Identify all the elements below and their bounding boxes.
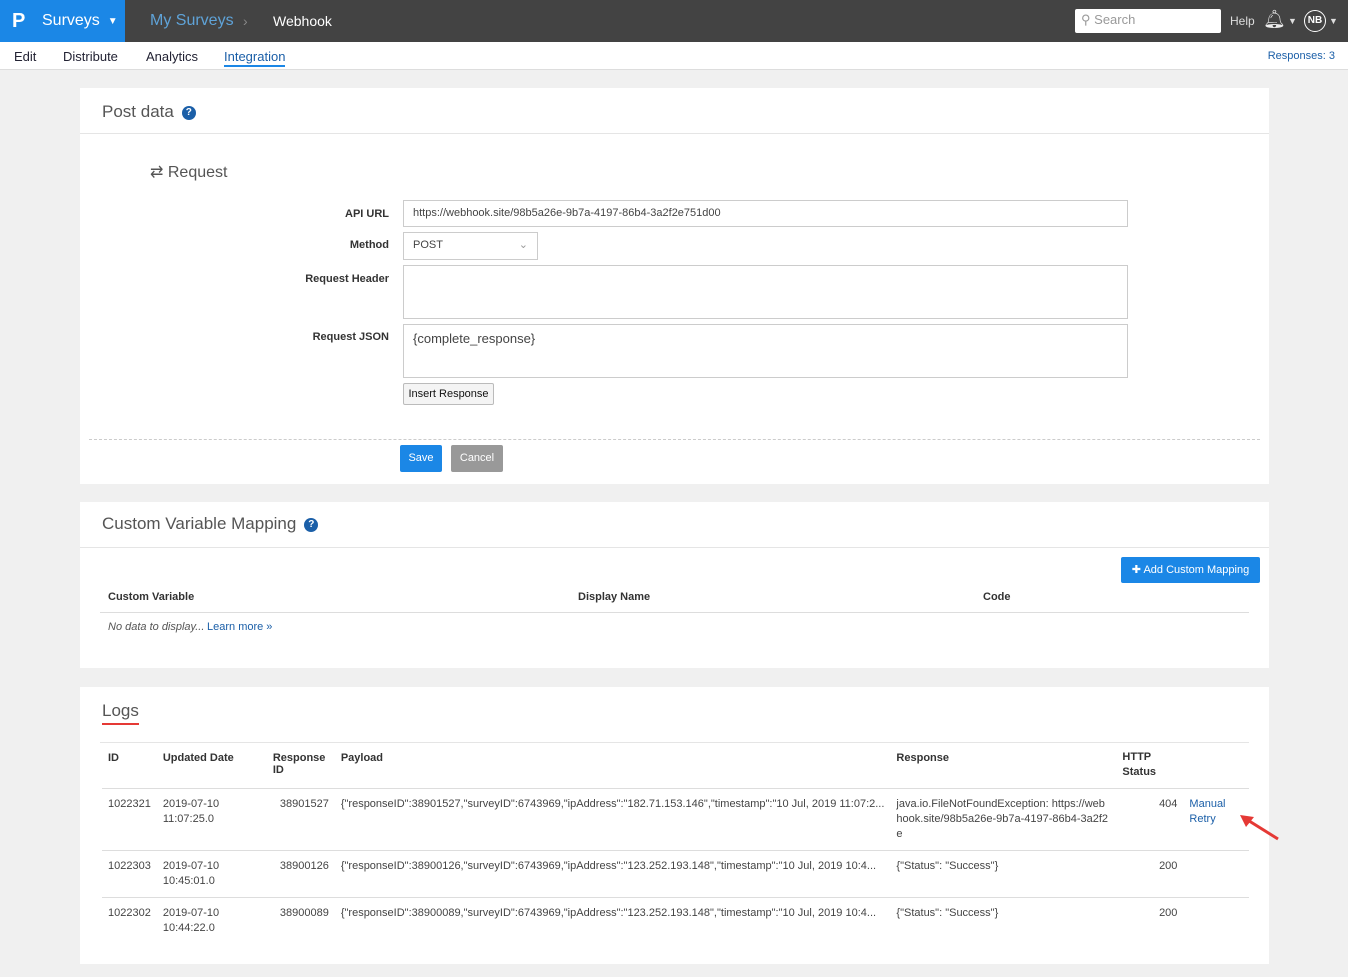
logs-panel: Logs ID Updated Date Response ID Payload… <box>80 687 1280 964</box>
column-header: Updated Date <box>162 752 234 764</box>
request-json-label: Request JSON <box>312 331 389 343</box>
log-response: {"Status": "Success"} <box>890 897 1117 944</box>
tab-analytics[interactable]: Analytics <box>146 49 198 64</box>
table-row: 1022302 2019-07-10 10:44:22.0 38900089 {… <box>102 897 1249 944</box>
method-value: POST <box>413 239 443 251</box>
log-date: 2019-07-10 10:44:22.0 <box>156 897 267 944</box>
log-date: 2019-07-10 11:07:25.0 <box>156 788 267 851</box>
post-data-panel: Post data? ⇄ Request API URL https://web… <box>80 88 1269 484</box>
top-bar: P Surveys ▼ My Surveys › Webhook ⚲ Searc… <box>0 0 1348 42</box>
app-switcher[interactable]: P Surveys ▼ <box>0 0 125 42</box>
chevron-right-icon: › <box>243 13 248 29</box>
column-header: Response ID <box>272 752 326 776</box>
column-header: Display Name <box>578 591 651 603</box>
avatar[interactable]: NB <box>1304 10 1326 32</box>
chevron-down-icon: ⌄ <box>518 239 528 251</box>
panel-title: Logs <box>102 701 139 720</box>
tab-distribute[interactable]: Distribute <box>63 49 118 64</box>
insert-response-button[interactable]: Insert Response <box>403 383 494 405</box>
search-input[interactable]: ⚲ Search <box>1075 9 1221 33</box>
column-header <box>1183 744 1249 789</box>
button-label: Add Custom Mapping <box>1143 564 1250 576</box>
api-url-label: API URL <box>345 208 389 220</box>
log-payload: {"responseID":38900089,"surveyID":674396… <box>334 897 891 944</box>
log-status: 404 <box>1116 788 1184 851</box>
custom-variable-panel: Custom Variable Mapping? ✚ Add Custom Ma… <box>80 502 1269 668</box>
help-icon[interactable]: ? <box>304 518 319 532</box>
tab-integration[interactable]: Integration <box>224 49 286 67</box>
column-header: Response <box>896 752 949 764</box>
panel-title: Custom Variable Mapping <box>102 514 297 533</box>
column-header: Payload <box>340 752 384 764</box>
request-json-textarea[interactable]: {complete_response} <box>403 324 1128 378</box>
learn-more-link[interactable]: Learn more » <box>207 621 272 633</box>
annotation-arrow-icon <box>1240 815 1280 841</box>
column-header: ID <box>108 752 119 764</box>
app-name: Surveys <box>42 12 100 29</box>
log-action <box>1183 897 1249 944</box>
log-response: {"Status": "Success"} <box>890 850 1117 898</box>
caret-down-icon[interactable]: ▼ <box>1288 16 1297 26</box>
table-row: 1022321 2019-07-10 11:07:25.0 38901527 {… <box>102 788 1280 851</box>
help-link[interactable]: Help <box>1230 14 1255 28</box>
log-payload: {"responseID":38901527,"surveyID":674396… <box>334 788 891 851</box>
caret-down-icon[interactable]: ▼ <box>1329 16 1338 26</box>
request-header-label: Request Header <box>305 273 389 285</box>
api-url-input[interactable]: https://webhook.site/98b5a26e-9b7a-4197-… <box>403 200 1128 227</box>
request-header-textarea[interactable] <box>403 265 1128 319</box>
log-response: java.io.FileNotFoundException: https://w… <box>890 788 1117 851</box>
method-label: Method <box>349 239 389 251</box>
log-id: 1022321 <box>102 788 157 851</box>
breadcrumb-current: Webhook <box>273 13 332 29</box>
sub-nav: Edit Distribute Analytics Integration Re… <box>0 42 1348 70</box>
log-id: 1022303 <box>102 850 157 898</box>
caret-down-icon: ▼ <box>107 15 118 27</box>
log-payload: {"responseID":38900126,"surveyID":674396… <box>334 850 891 898</box>
responses-count[interactable]: Responses: 3 <box>1268 50 1335 62</box>
table-row: 1022303 2019-07-10 10:45:01.0 38900126 {… <box>102 850 1249 898</box>
search-icon: ⚲ <box>1081 12 1091 27</box>
method-select[interactable]: POST ⌄ <box>403 232 538 260</box>
cancel-button[interactable]: Cancel <box>451 445 503 472</box>
manual-retry-link[interactable]: Manual Retry <box>1189 798 1225 825</box>
column-header: Code <box>983 591 1011 603</box>
tab-edit[interactable]: Edit <box>14 49 36 64</box>
log-action <box>1183 850 1249 898</box>
panel-title: Post data <box>102 102 174 121</box>
column-header: Custom Variable <box>108 591 195 603</box>
save-button[interactable]: Save <box>400 445 442 472</box>
log-response-id: 38900126 <box>266 850 335 898</box>
breadcrumb-my-surveys[interactable]: My Surveys <box>150 12 234 30</box>
bell-icon[interactable]: 🔔︎ <box>1263 9 1286 30</box>
log-status: 200 <box>1116 897 1184 944</box>
log-status: 200 <box>1116 850 1184 898</box>
log-date: 2019-07-10 10:45:01.0 <box>156 850 267 898</box>
log-response-id: 38901527 <box>266 788 335 851</box>
help-icon[interactable]: ? <box>181 106 196 120</box>
logo-icon: P <box>12 9 26 32</box>
column-header: HTTP Status <box>1122 751 1157 778</box>
section-title: Request <box>167 164 228 181</box>
log-id: 1022302 <box>102 897 157 944</box>
log-response-id: 38900089 <box>266 897 335 944</box>
plus-icon: ✚ <box>1131 564 1141 576</box>
logs-table: ID Updated Date Response ID Payload Resp… <box>102 744 1280 944</box>
add-custom-mapping-button[interactable]: ✚ Add Custom Mapping <box>1121 557 1260 583</box>
empty-message: No data to display... <box>108 621 205 633</box>
swap-icon: ⇄ <box>150 164 164 181</box>
search-placeholder: Search <box>1094 12 1136 27</box>
